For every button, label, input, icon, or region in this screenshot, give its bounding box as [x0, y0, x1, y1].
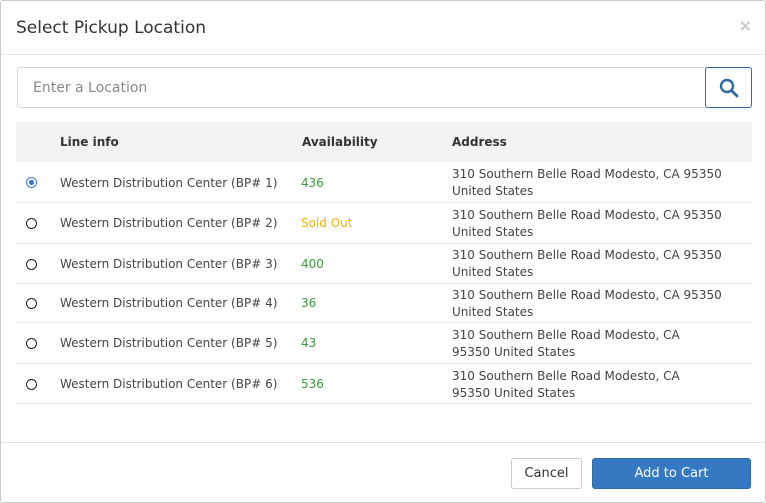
location-radio[interactable] — [26, 338, 37, 349]
column-header-availability: Availability — [302, 135, 378, 149]
availability-cell: Sold Out — [301, 216, 353, 230]
column-header-line-info: Line info — [60, 135, 119, 149]
table-row[interactable]: Western Distribution Center (BP# 1) 436 … — [16, 162, 752, 203]
location-search-input[interactable] — [17, 67, 707, 108]
line-info-cell: Western Distribution Center (BP# 2) — [60, 216, 278, 230]
search-icon — [719, 78, 739, 98]
availability-cell: 436 — [301, 176, 324, 190]
availability-cell: 36 — [301, 296, 317, 310]
availability-cell: 536 — [301, 377, 324, 391]
line-info-cell: Western Distribution Center (BP# 4) — [60, 296, 278, 310]
address-cell: 310 Southern Belle Road Modesto, CA 9535… — [452, 369, 680, 400]
availability-cell: 400 — [301, 257, 324, 271]
address-cell: 310 Southern Belle Road Modesto, CA 9535… — [452, 208, 722, 239]
availability-cell: 43 — [301, 336, 317, 350]
table-row[interactable]: Western Distribution Center (BP# 4) 36 3… — [16, 284, 752, 323]
modal-header: Select Pickup Location × — [1, 1, 765, 55]
location-radio[interactable] — [26, 379, 37, 390]
table-header: Line info Availability Address — [16, 122, 752, 162]
address-cell: 310 Southern Belle Road Modesto, CA 9535… — [452, 167, 722, 198]
add-to-cart-button[interactable]: Add to Cart — [592, 458, 751, 489]
table-row[interactable]: Western Distribution Center (BP# 2) Sold… — [16, 203, 752, 244]
line-info-cell: Western Distribution Center (BP# 1) — [60, 176, 278, 190]
line-info-cell: Western Distribution Center (BP# 5) — [60, 336, 278, 350]
table-row[interactable]: Western Distribution Center (BP# 6) 536 … — [16, 364, 752, 404]
close-icon[interactable]: × — [739, 17, 752, 35]
line-info-cell: Western Distribution Center (BP# 6) — [60, 377, 278, 391]
address-cell: 310 Southern Belle Road Modesto, CA 9535… — [452, 288, 722, 319]
search-button[interactable] — [705, 67, 752, 108]
address-cell: 310 Southern Belle Road Modesto, CA 9535… — [452, 248, 722, 279]
address-cell: 310 Southern Belle Road Modesto, CA 9535… — [452, 328, 680, 359]
location-radio[interactable] — [26, 177, 37, 188]
column-header-address: Address — [452, 135, 507, 149]
location-radio[interactable] — [26, 259, 37, 270]
cancel-button[interactable]: Cancel — [511, 458, 582, 489]
modal-footer: Cancel Add to Cart — [1, 442, 765, 502]
table-row[interactable]: Western Distribution Center (BP# 5) 43 3… — [16, 323, 752, 364]
location-table: Line info Availability Address Western D… — [16, 122, 752, 404]
location-radio[interactable] — [26, 298, 37, 309]
location-search — [17, 67, 752, 108]
location-radio[interactable] — [26, 218, 37, 229]
modal-title: Select Pickup Location — [16, 18, 206, 38]
table-row[interactable]: Western Distribution Center (BP# 3) 400 … — [16, 244, 752, 284]
pickup-location-modal: Select Pickup Location × Line info Avail… — [0, 0, 766, 503]
line-info-cell: Western Distribution Center (BP# 3) — [60, 257, 278, 271]
